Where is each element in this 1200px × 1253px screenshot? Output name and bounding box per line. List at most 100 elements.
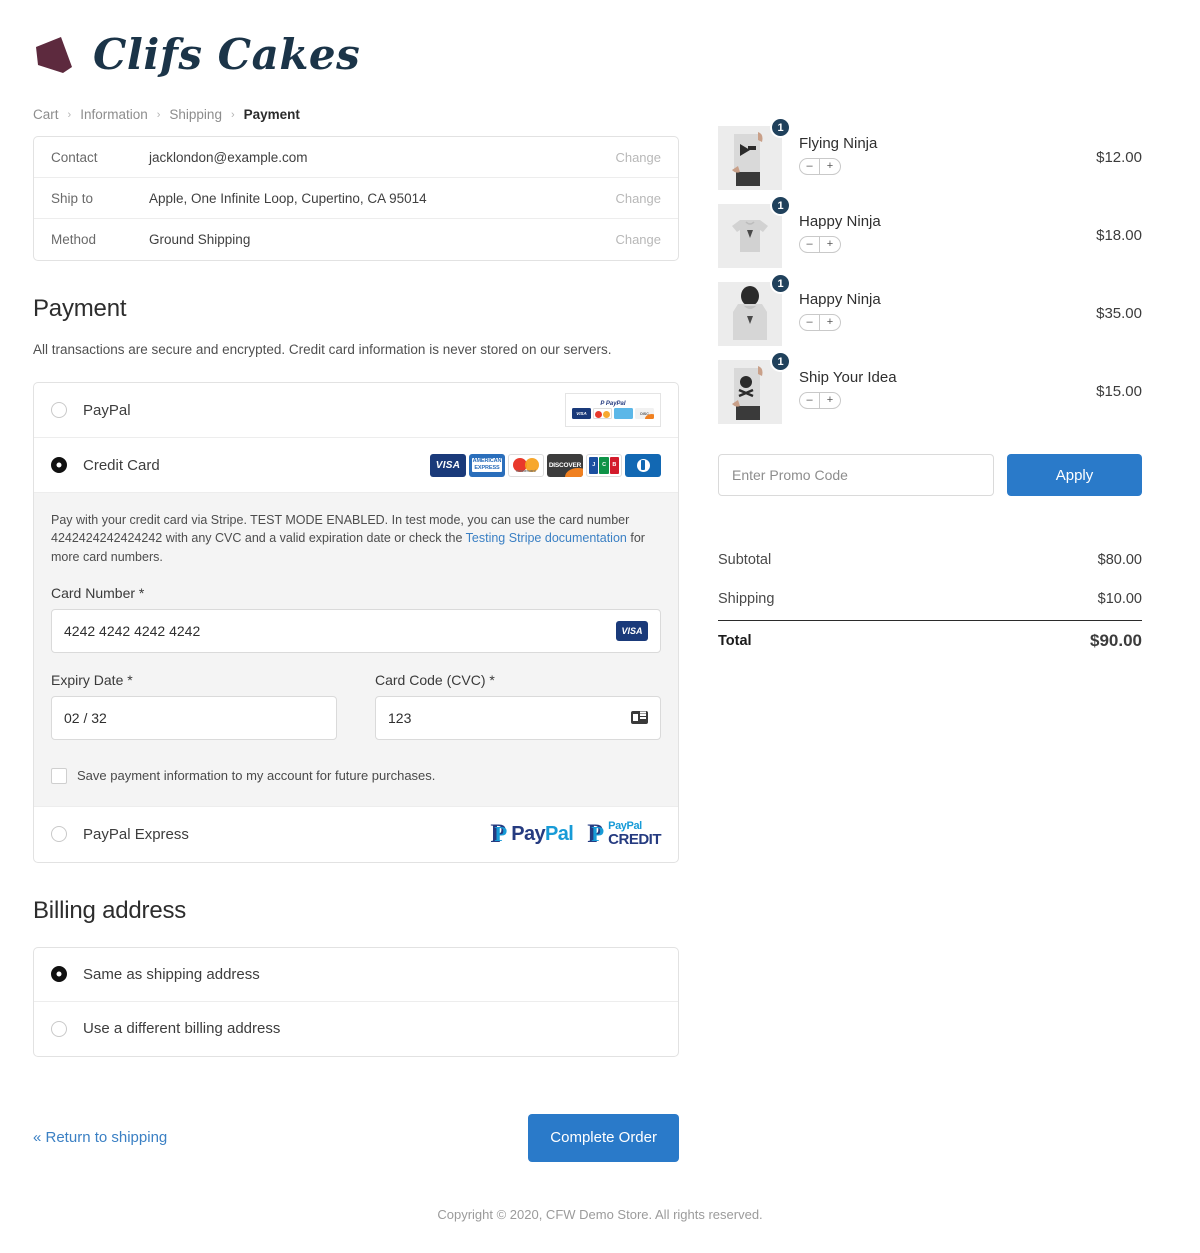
apply-promo-button[interactable]: Apply xyxy=(1007,454,1142,496)
jcb-icon: JCB xyxy=(586,453,622,477)
product-info: Ship Your Idea – + xyxy=(782,360,1096,409)
expiry-date-input[interactable]: 02 / 32 xyxy=(51,695,337,740)
quantity-stepper[interactable]: – + xyxy=(799,158,841,175)
billing-option-same[interactable]: Same as shipping address xyxy=(34,948,678,1002)
brand-logo[interactable]: Clifs Cakes xyxy=(33,20,1200,90)
page-header: Clifs Cakes Cart › Information › Shippin… xyxy=(0,0,1200,123)
diners-club-icon xyxy=(625,453,661,477)
order-info-card: Contact jacklondon@example.com Change Sh… xyxy=(33,136,679,261)
product-image xyxy=(718,126,782,190)
increment-quantity-button[interactable]: + xyxy=(820,393,840,408)
paypal-cards-badge-icon: P PayPal VISA DISC xyxy=(565,393,661,428)
product-image xyxy=(718,360,782,424)
product-info: Flying Ninja – + xyxy=(782,126,1096,175)
increment-quantity-button[interactable]: + xyxy=(820,315,840,330)
cvc-value: 123 xyxy=(388,709,412,726)
product-price: $12.00 xyxy=(1096,149,1142,166)
quantity-stepper[interactable]: – + xyxy=(799,236,841,253)
product-thumbnail-wrap[interactable]: 1 xyxy=(718,273,791,346)
product-thumbnail-wrap[interactable]: 1 xyxy=(718,351,791,424)
quantity-badge: 1 xyxy=(770,351,791,372)
quantity-stepper[interactable]: – + xyxy=(799,392,841,409)
cart-line-item: 1 Ship Your Idea – + $15.00 xyxy=(718,351,1142,424)
page-footer: Copyright © 2020, CFW Demo Store. All ri… xyxy=(437,1207,763,1222)
method-change-link[interactable]: Change xyxy=(615,232,661,247)
product-price: $15.00 xyxy=(1096,383,1142,400)
increment-quantity-button[interactable]: + xyxy=(820,237,840,252)
ship-to-change-link[interactable]: Change xyxy=(615,191,661,206)
product-thumbnail-wrap[interactable]: 1 xyxy=(718,195,791,268)
promo-code-input[interactable] xyxy=(718,454,994,496)
product-name: Ship Your Idea xyxy=(799,369,897,386)
checkout-page: Clifs Cakes Cart › Information › Shippin… xyxy=(0,0,1200,1253)
payment-method-credit-card[interactable]: Credit Card VISA AMERICAN EXPRESS masterc… xyxy=(34,438,678,494)
contact-change-link[interactable]: Change xyxy=(615,150,661,165)
paypal-express-label: PayPal Express xyxy=(83,825,189,843)
cvc-input[interactable]: 123 xyxy=(375,695,661,740)
save-payment-row[interactable]: Save payment information to my account f… xyxy=(51,767,661,784)
quantity-badge: 1 xyxy=(770,273,791,294)
billing-different-radio[interactable] xyxy=(51,1020,67,1037)
breadcrumb-separator-icon: › xyxy=(156,108,161,121)
subtotal-label: Subtotal xyxy=(718,551,772,568)
shipping-label: Shipping xyxy=(718,590,775,607)
cart-line-item: 1 Happy Ninja – + $18.00 xyxy=(718,195,1142,268)
billing-same-label: Same as shipping address xyxy=(83,965,260,983)
accepted-card-brands: VISA AMERICAN EXPRESS mastercard DISCOVER… xyxy=(430,453,661,477)
complete-order-button[interactable]: Complete Order xyxy=(528,1113,679,1162)
payment-methods-card: PayPal P PayPal VISA DISC Credit Card VI… xyxy=(33,382,679,863)
product-price: $35.00 xyxy=(1096,305,1142,322)
payment-description: All transactions are secure and encrypte… xyxy=(33,342,612,357)
card-number-label: Card Number * xyxy=(51,584,145,601)
billing-same-radio[interactable] xyxy=(51,966,67,983)
contact-value: jacklondon@example.com xyxy=(149,149,308,165)
visa-detected-icon: VISA xyxy=(616,620,648,641)
save-payment-checkbox[interactable] xyxy=(51,767,67,784)
breadcrumb: Cart › Information › Shipping › Payment xyxy=(33,107,1200,122)
paypal-radio[interactable] xyxy=(51,402,67,419)
grand-total-row: Total $90.00 xyxy=(718,620,1142,659)
ship-to-row: Ship to Apple, One Infinite Loop, Cupert… xyxy=(34,178,678,219)
product-name: Happy Ninja xyxy=(799,213,881,230)
ship-to-value: Apple, One Infinite Loop, Cupertino, CA … xyxy=(149,190,427,206)
payment-method-paypal-express[interactable]: PayPal Express P PayPal P PayPalCREDIT xyxy=(34,807,678,862)
subtotal-row: Subtotal $80.00 xyxy=(718,540,1142,579)
billing-options-card: Same as shipping address Use a different… xyxy=(33,946,679,1057)
breadcrumb-item-cart[interactable]: Cart xyxy=(33,107,59,122)
payment-method-paypal[interactable]: PayPal P PayPal VISA DISC xyxy=(34,383,678,439)
stripe-documentation-link[interactable]: Testing Stripe documentation xyxy=(466,531,627,545)
visa-icon: VISA xyxy=(430,453,466,477)
quantity-stepper[interactable]: – + xyxy=(799,314,841,331)
product-image xyxy=(718,282,782,346)
decrement-quantity-button[interactable]: – xyxy=(800,315,820,330)
decrement-quantity-button[interactable]: – xyxy=(800,159,820,174)
cake-logo-icon xyxy=(33,33,83,77)
total-value: $90.00 xyxy=(1090,631,1142,650)
promo-code-row: Apply xyxy=(718,454,1142,496)
discover-icon: DISCOVER xyxy=(547,453,583,477)
quantity-badge: 1 xyxy=(770,195,791,216)
credit-card-radio[interactable] xyxy=(51,457,67,474)
paypal-express-radio[interactable] xyxy=(51,826,67,843)
contact-row: Contact jacklondon@example.com Change xyxy=(34,137,678,178)
product-thumbnail-wrap[interactable]: 1 xyxy=(718,117,791,190)
cvc-label: Card Code (CVC) * xyxy=(375,671,495,688)
expiry-date-value: 02 / 32 xyxy=(64,709,107,726)
cvc-hint-icon xyxy=(631,711,648,725)
billing-address-heading: Billing address xyxy=(33,896,187,924)
decrement-quantity-button[interactable]: – xyxy=(800,237,820,252)
breadcrumb-item-information[interactable]: Information xyxy=(80,107,148,122)
breadcrumb-item-shipping[interactable]: Shipping xyxy=(169,107,222,122)
cart-line-item: 1 Flying Ninja – + $12.00 xyxy=(718,117,1142,190)
billing-different-label: Use a different billing address xyxy=(83,1020,281,1038)
return-to-shipping-link[interactable]: « Return to shipping xyxy=(33,1129,167,1146)
shipping-value: $10.00 xyxy=(1097,590,1142,607)
paypal-label: PayPal xyxy=(83,401,131,419)
paypal-express-logos: P PayPal P PayPalCREDIT xyxy=(490,821,661,848)
card-number-input[interactable]: 4242 4242 4242 4242 VISA xyxy=(51,608,661,653)
decrement-quantity-button[interactable]: – xyxy=(800,393,820,408)
quantity-badge: 1 xyxy=(770,117,791,138)
billing-option-different[interactable]: Use a different billing address xyxy=(34,1002,678,1056)
increment-quantity-button[interactable]: + xyxy=(820,159,840,174)
stripe-test-mode-note: Pay with your credit card via Stripe. TE… xyxy=(51,511,661,565)
